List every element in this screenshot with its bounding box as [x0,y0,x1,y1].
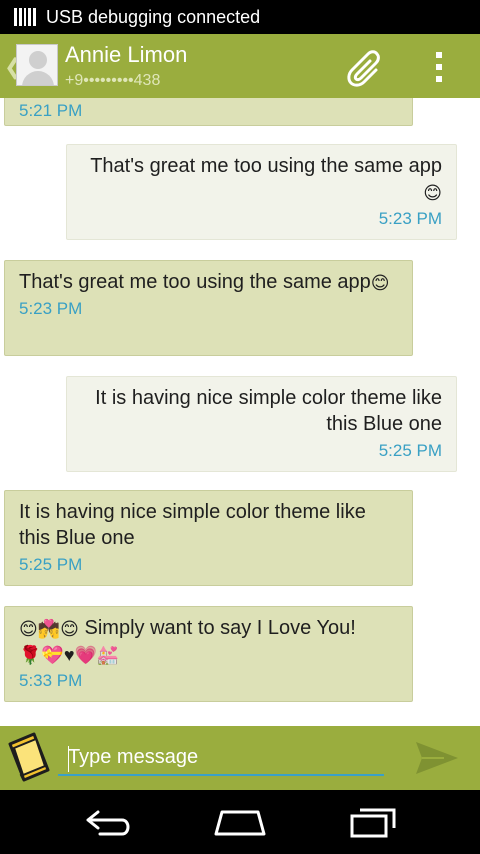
emoji-group-prefix: 😊💏😊 [19,618,79,639]
back-icon[interactable] [78,800,138,844]
overflow-menu-icon[interactable] [436,52,444,82]
emoji-book-icon[interactable] [4,730,54,784]
system-navigation-bar [0,790,480,854]
text-cursor [68,746,69,772]
message-text: That's great me too using the same app [90,155,442,177]
smiley-emoji-icon: 😊 [423,182,442,203]
composer-bar [0,726,480,790]
message-input[interactable] [58,740,384,776]
message-bubble-incoming[interactable]: It is having nice simple color theme lik… [4,490,413,586]
usb-debug-icon [14,8,36,26]
status-bar: USB debugging connected [0,0,480,34]
status-notification-text: USB debugging connected [46,7,261,27]
message-text: It is having nice simple color theme lik… [19,501,366,549]
message-text: It is having nice simple color theme lik… [95,387,442,435]
message-time: 5:25 PM [378,441,442,460]
message-bubble-incoming[interactable]: 😊💏😊 Simply want to say I Love You! 🌹💝♥💗💒… [4,606,413,702]
message-text: That's great me too using the same app [19,271,371,293]
message-time: 5:33 PM [19,671,83,690]
conversation-header: ❮ Annie Limon +9•••••••••438 [0,34,480,98]
message-text: Simply want to say I Love You! [84,617,356,639]
smiley-emoji-icon: 😊 [370,272,390,293]
contact-name[interactable]: Annie Limon [65,42,187,68]
paperclip-icon[interactable] [346,48,386,88]
message-bubble-outgoing[interactable]: That's great me too using the same app😊 … [66,144,457,240]
message-time: 5:21 PM [19,101,83,120]
contact-phone: +9•••••••••438 [65,72,161,89]
message-bubble-incoming[interactable]: 5:21 PM [4,98,413,126]
message-time: 5:25 PM [19,555,83,574]
contact-avatar[interactable] [16,44,58,86]
emoji-group-suffix: 🌹💝♥💗💒 [19,644,120,665]
home-icon[interactable] [210,800,270,844]
recents-icon[interactable] [344,800,404,844]
message-bubble-incoming[interactable]: That's great me too using the same app😊 … [4,260,413,356]
send-icon[interactable] [414,738,460,778]
message-time: 5:23 PM [378,209,442,228]
message-bubble-outgoing[interactable]: It is having nice simple color theme lik… [66,376,457,472]
message-list[interactable]: 5:21 PM That's great me too using the sa… [0,98,480,726]
message-time: 5:23 PM [19,299,83,318]
